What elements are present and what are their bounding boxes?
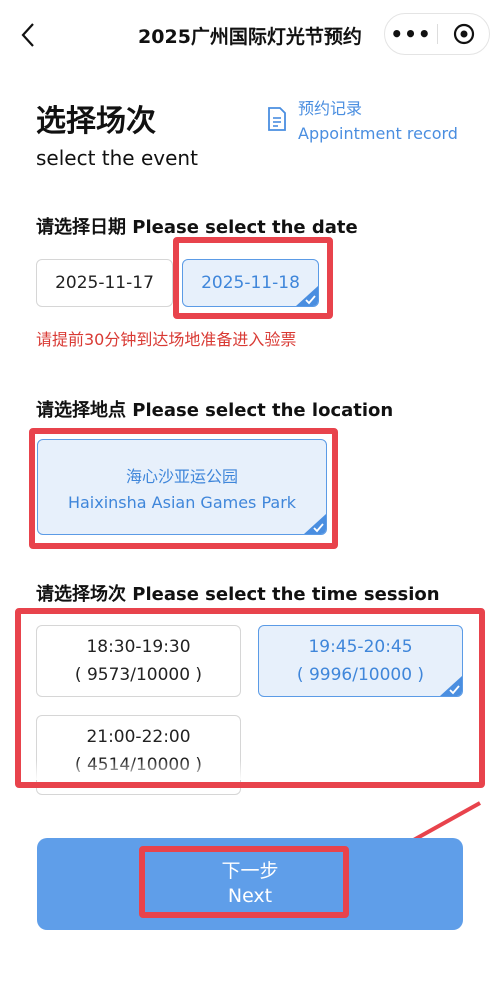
mini-program-capsule: ••• [384,13,490,55]
appointment-record-link-en[interactable]: Appointment record [298,124,458,143]
highlight-box-next [139,846,349,918]
highlight-box-location [29,428,338,549]
date-section-label: 请选择日期 Please select the date [36,217,358,238]
heading-cn: 选择场次 [36,104,156,139]
highlight-box-session [15,608,485,788]
heading-en: select the event [36,146,198,170]
date-option-1117[interactable]: 2025-11-17 [36,259,173,307]
date-option-label: 2025-11-17 [55,273,154,293]
session-section-label: 请选择场次 Please select the time session [36,584,440,605]
target-close-icon [453,23,475,45]
arrival-notice: 请提前30分钟到达场地准备进入验票 [36,330,297,349]
more-button[interactable]: ••• [385,14,437,54]
highlight-box-date [173,237,333,319]
document-icon[interactable] [266,106,288,132]
close-button[interactable] [438,14,490,54]
location-section-label: 请选择地点 Please select the location [36,400,394,421]
more-icon: ••• [390,22,432,46]
appointment-record-link-cn[interactable]: 预约记录 [298,95,362,119]
